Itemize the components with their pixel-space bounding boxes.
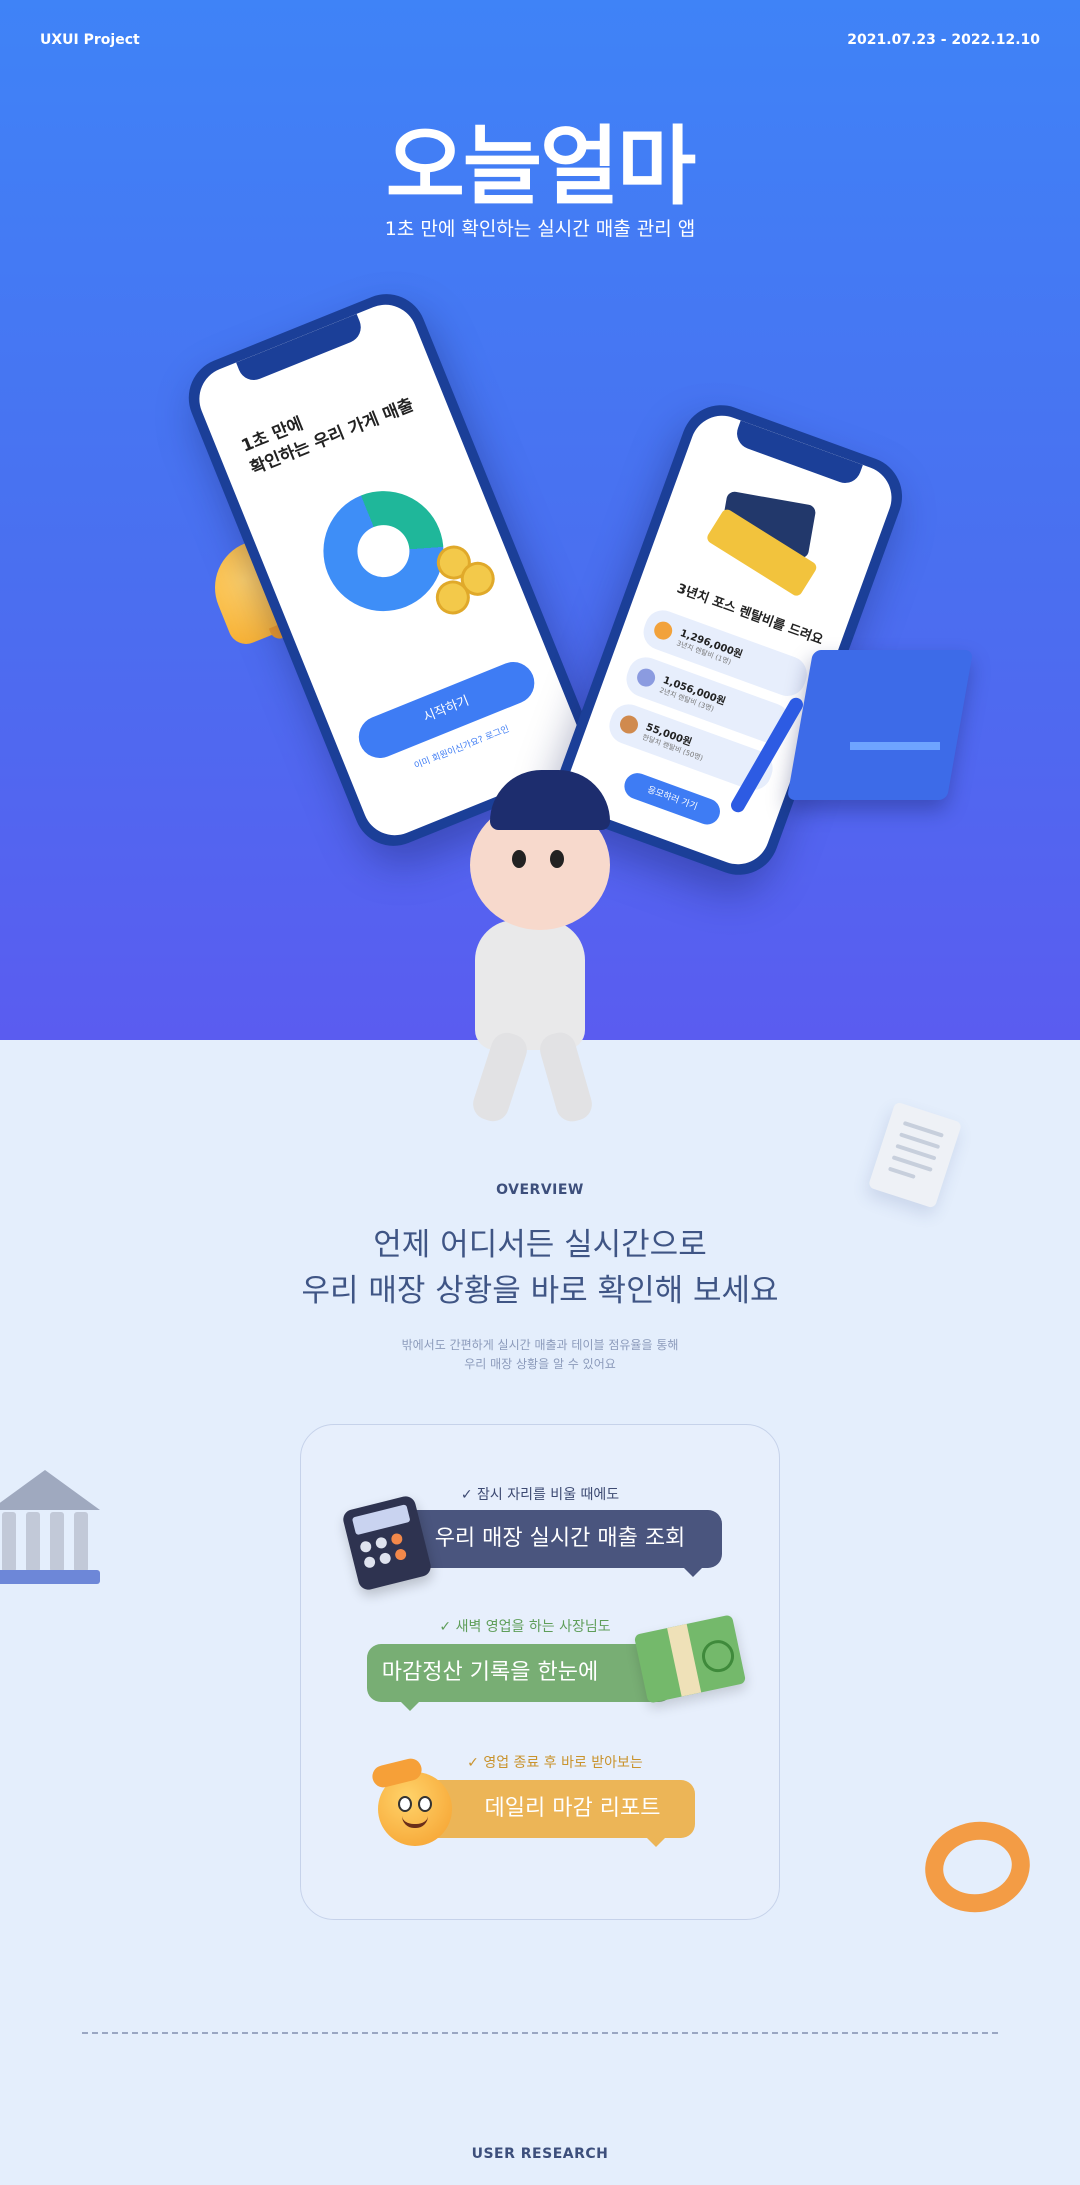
character-body: [475, 920, 585, 1050]
calculator-key: [374, 1536, 388, 1550]
feature-pill-realtime-sales: 우리 매장 실시간 매출 조회: [398, 1510, 722, 1577]
character-leg: [468, 1028, 532, 1126]
overview-title-line: 언제 어디서든 실시간으로: [373, 1227, 707, 1263]
character-eye: [512, 850, 526, 868]
onboarding-headline: 1초 만에 확인하는 우리 가게 매출: [238, 394, 417, 479]
app-tagline: 1초 만에 확인하는 실시간 매출 관리 앱: [384, 218, 696, 240]
bubble-tail: [684, 1568, 702, 1577]
overview-desc-line: 우리 매장 상황을 알 수 있어요: [464, 1357, 616, 1371]
feature-check-text: ✓ 영업 종료 후 바로 받아보는: [467, 1755, 643, 1771]
overview-description: 밖에서도 간편하게 실시간 매출과 테이블 점유율을 통해 우리 매장 상황을 …: [0, 1336, 1080, 1374]
silver-medal-icon: [634, 666, 658, 690]
project-label: UXUI Project: [40, 32, 140, 48]
feature-check-text: ✓ 새벽 영업을 하는 사장님도: [439, 1619, 611, 1635]
bronze-medal-icon: [617, 713, 641, 737]
character-eye: [550, 850, 564, 868]
project-period: 2021.07.23 - 2022.12.10: [847, 32, 1040, 48]
smiling-emoji-icon: [370, 1756, 452, 1846]
calculator-key: [378, 1551, 392, 1566]
feature-pill-label: 마감정산 기록을 한눈에: [381, 1660, 599, 1685]
desk-calendar-icon: [780, 640, 974, 810]
character-cap: [490, 770, 610, 830]
bank-base: [0, 1570, 100, 1584]
feature-pill-label: 우리 매장 실시간 매출 조회: [434, 1526, 686, 1551]
user-research-label: USER RESEARCH: [471, 2146, 609, 2162]
feature-pill-label: 데일리 마감 리포트: [484, 1796, 661, 1821]
feature-pill-daily-report: 데일리 마감 리포트: [420, 1780, 695, 1847]
overview-label: OVERVIEW: [496, 1182, 584, 1198]
calendar-chart-line: [850, 700, 940, 750]
emoji-mouth: [402, 1816, 428, 1828]
emoji-eye: [418, 1796, 432, 1812]
section-divider: [82, 2032, 998, 2034]
emoji-eye: [398, 1796, 412, 1812]
pretzel-icon: [917, 1813, 1038, 1921]
calculator-key: [359, 1540, 373, 1554]
overview-title-line: 우리 매장 상황을 바로 확인해 보세요: [301, 1273, 779, 1309]
phone-notch: [732, 420, 863, 488]
feature-check-text: ✓ 잠시 자리를 비울 때에도: [460, 1487, 620, 1503]
calculator-key: [362, 1555, 377, 1569]
bubble-tail: [647, 1838, 665, 1847]
bank-column: [2, 1512, 16, 1572]
calculator-key: [394, 1547, 408, 1562]
app-brand-title: 오늘얼마: [385, 117, 696, 217]
overview-desc-line: 밖에서도 간편하게 실시간 매출과 테이블 점유율을 통해: [401, 1338, 679, 1352]
bank-column: [50, 1512, 64, 1572]
gold-medal-icon: [651, 619, 675, 643]
bubble-tail: [401, 1702, 419, 1711]
feature-pill-closing-records: 마감정산 기록을 한눈에: [367, 1644, 673, 1711]
character-illustration: [420, 770, 660, 1150]
character-leg: [536, 1028, 596, 1126]
bank-column: [26, 1512, 40, 1572]
phone-notch: [236, 313, 366, 385]
calculator-key: [390, 1532, 404, 1546]
calculator-screen: [351, 1504, 411, 1536]
overview-title: 언제 어디서든 실시간으로 우리 매장 상황을 바로 확인해 보세요: [0, 1222, 1080, 1314]
bank-column: [74, 1512, 88, 1572]
